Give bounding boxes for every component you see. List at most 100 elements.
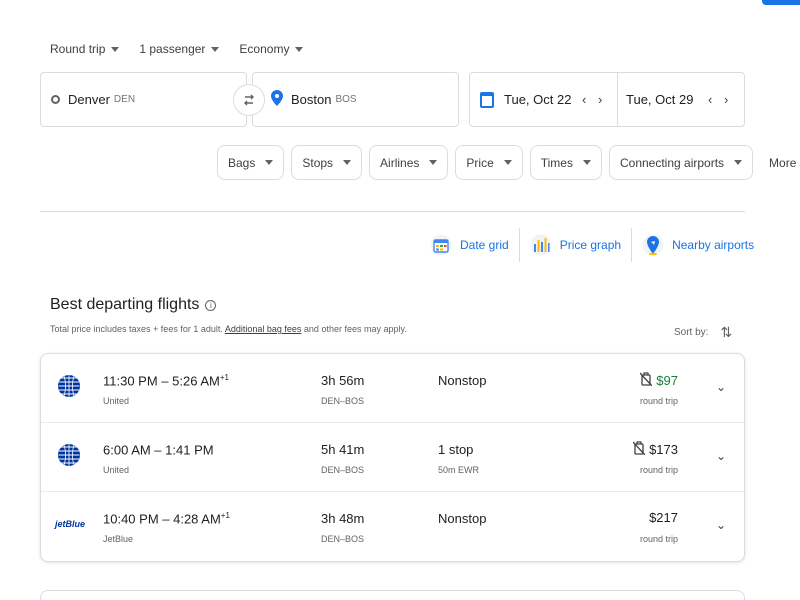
price-note: round trip <box>639 534 678 544</box>
time-range: 6:00 AM – 1:41 PM <box>103 442 214 458</box>
caret-down-icon <box>295 46 304 52</box>
price: $217 <box>649 510 678 525</box>
sort-icon: ⇅ <box>720 324 733 340</box>
flight-results-list: 11:30 PM – 5:26 AM+1 United 3h 56m DEN–B… <box>40 353 745 562</box>
other-flights-card <box>40 590 745 600</box>
account-button[interactable] <box>762 0 800 5</box>
united-logo-icon <box>57 370 81 403</box>
filter-label: Price <box>466 155 494 170</box>
filter-label: Stops <box>302 155 334 170</box>
flight-row[interactable]: jetBlue 10:40 PM – 4:28 AM+1 JetBlue 3h … <box>41 492 744 561</box>
price-value: $217 <box>649 510 678 525</box>
filter-label: Times <box>540 155 573 170</box>
departure-date-field[interactable]: Tue, Oct 22 ‹ › <box>470 73 618 126</box>
stops: Nonstop <box>438 511 487 526</box>
return-date-field[interactable]: Tue, Oct 29 ‹ › <box>618 73 744 126</box>
bag-fees-link[interactable]: Additional bag fees <box>225 324 302 334</box>
date-picker: Tue, Oct 22 ‹ › Tue, Oct 29 ‹ › <box>469 72 745 127</box>
flight-times: 10:40 PM – 4:28 AM+1 <box>103 511 230 526</box>
caret-down-icon <box>503 160 512 165</box>
passengers-label: 1 passenger <box>139 42 206 56</box>
origin-field[interactable]: Denver DEN <box>40 72 247 127</box>
flight-times: 11:30 PM – 5:26 AM+1 <box>103 373 229 388</box>
price-graph-icon <box>530 234 552 256</box>
price: $97 <box>639 372 678 389</box>
price-note: round trip <box>639 465 678 475</box>
nearby-airports-icon <box>642 234 664 256</box>
price-note: round trip <box>639 396 678 406</box>
filter-label: Bags <box>228 155 256 170</box>
filter-stops[interactable]: Stops <box>291 145 363 180</box>
day-offset: +1 <box>220 511 230 520</box>
price-value: $173 <box>649 442 678 457</box>
date-grid-button[interactable]: Date grid <box>420 226 519 264</box>
duration: 5h 41m <box>321 442 365 457</box>
caret-down-icon <box>265 160 274 165</box>
origin-city: Denver <box>68 92 110 107</box>
origin-code: DEN <box>113 94 136 105</box>
section-title: Best departing flights i <box>50 296 217 314</box>
day-offset: +1 <box>219 373 229 382</box>
layover: 50m EWR <box>438 465 480 475</box>
caret-down-icon <box>734 160 743 165</box>
jetblue-logo-icon: jetBlue <box>55 519 86 529</box>
duration: 3h 56m <box>321 373 365 388</box>
subtitle-text-end: and other fees may apply. <box>301 324 407 334</box>
passengers-select[interactable]: 1 passenger <box>139 42 220 56</box>
caret-down-icon <box>111 46 120 52</box>
chevron-down-icon[interactable]: ⌄ <box>716 518 726 532</box>
route: DEN–BOS <box>321 534 365 544</box>
stops: 1 stop <box>438 442 474 457</box>
caret-down-icon <box>211 46 220 52</box>
filter-more[interactable]: More <box>760 145 800 180</box>
filter-bags[interactable]: Bags <box>217 145 285 180</box>
section-divider <box>40 211 745 212</box>
price-graph-label: Price graph <box>559 238 622 252</box>
sort-control[interactable]: Sort by: ⇅ <box>674 324 732 341</box>
no-carry-on-bag-icon <box>639 372 653 389</box>
destination-field[interactable]: Boston BOS <box>252 72 459 127</box>
filter-connecting-airports[interactable]: Connecting airports <box>608 145 754 180</box>
chevron-left-icon[interactable]: ‹ <box>708 92 712 107</box>
chevron-down-icon[interactable]: ⌄ <box>716 449 726 463</box>
filter-label: Airlines <box>380 155 420 170</box>
destination-city: Boston <box>291 92 332 107</box>
trip-options: Round trip 1 passenger Economy <box>50 42 304 56</box>
route: DEN–BOS <box>321 396 365 406</box>
caret-down-icon <box>582 160 591 165</box>
tools-bar: Date grid Price graph Nearby airports <box>420 226 764 264</box>
info-icon[interactable]: i <box>205 299 217 311</box>
duration: 3h 48m <box>321 511 365 526</box>
chevron-down-icon[interactable]: ⌄ <box>716 380 726 394</box>
filter-airlines[interactable]: Airlines <box>369 145 449 180</box>
section-title-text: Best departing flights <box>50 296 200 313</box>
airline-name: United <box>103 465 130 475</box>
nearby-airports-label: Nearby airports <box>672 238 755 252</box>
flight-row[interactable]: 6:00 AM – 1:41 PM United 5h 41m DEN–BOS … <box>41 423 744 492</box>
trip-type-select[interactable]: Round trip <box>50 42 120 56</box>
caret-down-icon <box>343 160 352 165</box>
chevron-right-icon[interactable]: › <box>724 92 728 107</box>
filter-label: Connecting airports <box>619 155 725 170</box>
chevron-left-icon[interactable]: ‹ <box>582 92 586 107</box>
filter-times[interactable]: Times <box>529 145 602 180</box>
no-carry-on-bag-icon <box>632 441 646 458</box>
location-pin-icon <box>271 90 283 109</box>
date-grid-label: Date grid <box>460 238 509 252</box>
chevron-right-icon[interactable]: › <box>598 92 602 107</box>
subtitle-text: Total price includes taxes + fees for 1 … <box>50 324 225 334</box>
flight-row[interactable]: 11:30 PM – 5:26 AM+1 United 3h 56m DEN–B… <box>41 354 744 423</box>
price-graph-button[interactable]: Price graph <box>520 226 631 264</box>
stops: Nonstop <box>438 373 487 388</box>
time-range: 10:40 PM – 4:28 AM <box>103 511 221 527</box>
return-date: Tue, Oct 29 <box>626 92 694 107</box>
airline-name: JetBlue <box>103 534 134 544</box>
calendar-icon <box>480 91 494 108</box>
filter-price[interactable]: Price <box>455 145 523 180</box>
caret-down-icon <box>429 160 438 165</box>
swap-icon[interactable] <box>233 84 265 116</box>
cabin-class-select[interactable]: Economy <box>239 42 304 56</box>
sort-label: Sort by: <box>674 327 709 338</box>
nearby-airports-button[interactable]: Nearby airports <box>632 226 764 264</box>
filter-bar: Bags Stops Airlines Price Times Connecti… <box>217 145 800 180</box>
